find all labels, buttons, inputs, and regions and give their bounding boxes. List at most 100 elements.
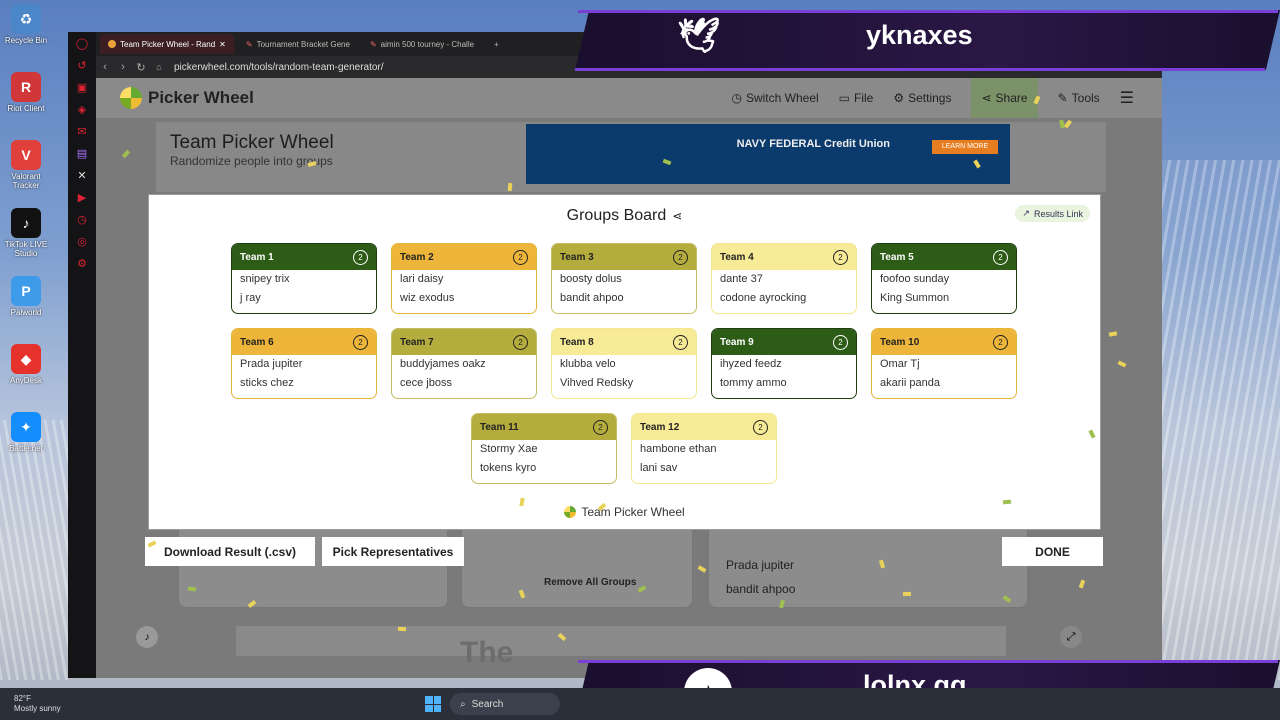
- desktop-icon-valorant-tracker[interactable]: V Valorant Tracker: [0, 140, 52, 204]
- overlay-edge: [575, 68, 1265, 71]
- tab-aimin-tourney[interactable]: ✎ aimin 500 tourney - Challe: [362, 34, 482, 54]
- download-result-button[interactable]: Download Result (.csv): [145, 537, 315, 566]
- member-count-icon[interactable]: 2: [833, 249, 848, 265]
- confetti-piece: [902, 591, 912, 597]
- bag-icon[interactable]: ▣: [68, 76, 96, 98]
- desktop-icon-label: Recycle Bin: [4, 36, 48, 45]
- member-count-icon[interactable]: 2: [993, 334, 1008, 350]
- reload-icon[interactable]: ↻: [132, 61, 150, 74]
- team-card-header: Team 1 2: [232, 244, 376, 270]
- team-name: Team 1: [240, 251, 274, 263]
- desktop-icon-anydesk[interactable]: ◆ AnyDesk: [0, 344, 52, 408]
- menu-file[interactable]: ▭ File: [839, 91, 874, 105]
- desktop-icon-palworld[interactable]: P Palworld: [0, 276, 52, 340]
- forward-icon[interactable]: ›: [114, 61, 132, 73]
- url-field[interactable]: pickerwheel.com/tools/random-team-genera…: [174, 62, 384, 73]
- member-count-icon[interactable]: 2: [353, 249, 368, 265]
- mail-icon[interactable]: ✉: [68, 120, 96, 142]
- desktop-icon-riot-client[interactable]: R Riot Client: [0, 72, 52, 136]
- desktop-icon-label: TikTok LIVE Studio: [4, 240, 48, 258]
- results-link-button[interactable]: ↗ Results Link: [1015, 205, 1090, 222]
- picker-wheel-favicon-icon: [108, 40, 116, 48]
- desktop-icon-tiktok-studio[interactable]: ♪ TikTok LIVE Studio: [0, 208, 52, 272]
- member-count-icon[interactable]: 2: [593, 419, 608, 435]
- team-member: lari daisy: [400, 273, 444, 285]
- new-tab-button[interactable]: +: [486, 34, 507, 54]
- tiktok-studio-icon: ♪: [11, 208, 41, 238]
- fullscreen-icon[interactable]: ⤢: [1060, 626, 1082, 648]
- team-card-header: Team 9 2: [712, 329, 856, 355]
- share-icon: ⋖: [981, 91, 992, 105]
- member-count-icon[interactable]: 2: [833, 334, 848, 350]
- browser-sidebar: ◯ ↺ ▣ ◈ ✉ ▤ ✕ ▶ ◷ ◎ ⚙: [68, 32, 96, 678]
- team-card: Team 8 2 klubba velo Vihved Redsky: [551, 328, 697, 399]
- team-member: Prada jupiter: [240, 358, 303, 370]
- x-icon[interactable]: ✕: [68, 164, 96, 186]
- team-member: ihyzed feedz: [720, 358, 782, 370]
- weather-desc: Mostly sunny: [14, 704, 61, 713]
- tab-tournament-bracket[interactable]: ✎ Tournament Bracket Gene: [238, 34, 358, 54]
- desktop-icon-battlenet[interactable]: ✦ Battle.net: [0, 412, 52, 476]
- done-button[interactable]: DONE: [1002, 537, 1103, 566]
- bg-list-item: Prada jupiter: [726, 558, 795, 572]
- bg-actions-panel: [461, 518, 693, 608]
- tab-team-picker[interactable]: Team Picker Wheel - Rand ✕: [100, 34, 234, 54]
- team-member: buddyjames oakz: [400, 358, 486, 370]
- anydesk-icon: ◆: [11, 344, 41, 374]
- member-count-icon[interactable]: 2: [753, 419, 768, 435]
- twitch-icon[interactable]: ▤: [68, 142, 96, 164]
- remove-all-groups-button[interactable]: Remove All Groups: [544, 577, 636, 588]
- site-logo[interactable]: Picker Wheel: [120, 87, 254, 109]
- player-icon[interactable]: ▶: [68, 186, 96, 208]
- back-icon[interactable]: ‹: [96, 61, 114, 73]
- team-card: Team 2 2 lari daisy wiz exodus: [391, 243, 537, 314]
- settings-icon[interactable]: ⚙: [68, 252, 96, 274]
- pick-representatives-button[interactable]: Pick Representatives: [322, 537, 464, 566]
- member-count-icon[interactable]: 2: [513, 334, 528, 350]
- member-count-icon[interactable]: 2: [673, 249, 688, 265]
- sound-icon[interactable]: ♪: [136, 626, 158, 648]
- menu-tools[interactable]: ✎ Tools: [1058, 91, 1100, 105]
- confetti-piece: [507, 182, 513, 192]
- team-name: Team 10: [880, 336, 920, 348]
- history-icon[interactable]: ↺: [68, 54, 96, 76]
- team-card-header: Team 6 2: [232, 329, 376, 355]
- hamburger-menu-icon[interactable]: ☰: [1120, 88, 1134, 108]
- shield-icon[interactable]: ◈: [68, 98, 96, 120]
- taskbar: 82°F Mostly sunny ⌕ Search: [0, 688, 1280, 720]
- member-count-icon[interactable]: 2: [993, 249, 1008, 265]
- taskbar-search[interactable]: ⌕ Search: [450, 693, 560, 715]
- team-card: Team 7 2 buddyjames oakz cece jboss: [391, 328, 537, 399]
- advertisement[interactable]: NAVY FEDERAL Credit Union LEARN MORE: [526, 124, 1010, 184]
- team-member: akarii panda: [880, 377, 940, 389]
- team-card-header: Team 11 2: [472, 414, 616, 440]
- menu-settings[interactable]: ⚙ Settings: [893, 91, 951, 105]
- desktop-icons: ♻ Recycle Bin R Riot Client V Valorant T…: [0, 4, 72, 480]
- valorant-tracker-icon: V: [11, 140, 41, 170]
- menu-share[interactable]: ⋖ Share: [971, 78, 1038, 118]
- opera-logo-icon[interactable]: ◯: [68, 32, 96, 54]
- bulb-icon[interactable]: ◎: [68, 230, 96, 252]
- team-name: Team 3: [560, 251, 594, 263]
- team-member: snipey trix: [240, 273, 290, 285]
- team-card: Team 11 2 Stormy Xae tokens kyro: [471, 413, 617, 484]
- member-count-icon[interactable]: 2: [353, 334, 368, 350]
- team-name: Team 12: [640, 421, 680, 433]
- member-count-icon[interactable]: 2: [513, 249, 528, 265]
- twitter-handle: yknaxes: [866, 20, 973, 50]
- lock-icon: ⌂: [156, 62, 162, 72]
- tab-label: aimin 500 tourney - Challe: [380, 39, 475, 49]
- member-count-icon[interactable]: 2: [673, 334, 688, 350]
- weather-widget[interactable]: 82°F Mostly sunny: [14, 694, 61, 714]
- desktop-icon-recycle-bin[interactable]: ♻ Recycle Bin: [0, 4, 52, 68]
- wallpaper-grass: [1150, 160, 1280, 680]
- clock-icon[interactable]: ◷: [68, 208, 96, 230]
- windows-start-icon[interactable]: [425, 696, 441, 712]
- team-card: Team 9 2 ihyzed feedz tommy ammo: [711, 328, 857, 399]
- menu-switch-wheel[interactable]: ◷ Switch Wheel: [731, 91, 818, 105]
- team-card: Team 4 2 dante 37 codone ayrocking: [711, 243, 857, 314]
- share-icon[interactable]: ⋖: [672, 209, 682, 223]
- ad-cta[interactable]: LEARN MORE: [932, 140, 998, 154]
- team-member: Stormy Xae: [480, 443, 538, 455]
- close-icon[interactable]: ✕: [219, 40, 226, 49]
